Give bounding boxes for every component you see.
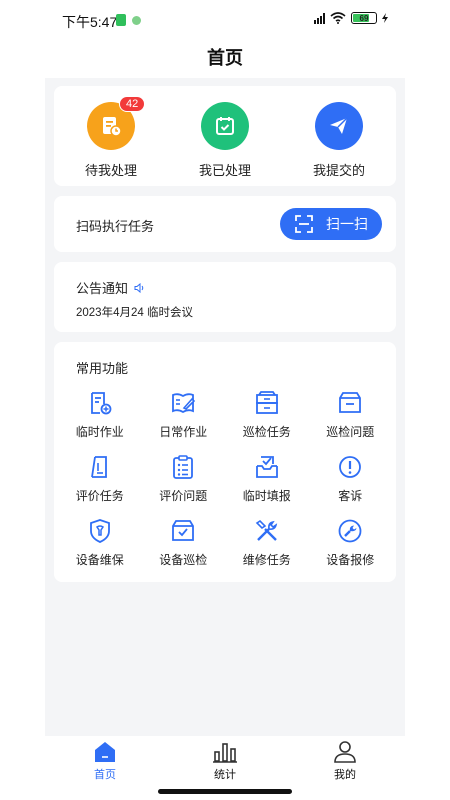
notification-app-icon	[116, 14, 126, 26]
temp-work-button[interactable]: 临时作业	[58, 390, 142, 440]
func-label: 日常作业	[159, 425, 208, 439]
common-functions-card: 常用功能 临时作业 日常作业 巡检任务 巡检问题 评价任务 评价问题 临时填报 …	[54, 342, 396, 582]
bottom-nav: 首页 统计 我的	[45, 736, 405, 784]
notice-header: 公告通知	[76, 278, 146, 297]
submitted-tasks-button[interactable]: 我提交的	[289, 102, 389, 186]
submitted-tasks-label: 我提交的	[312, 163, 365, 178]
func-label: 评价问题	[159, 489, 208, 503]
charging-icon	[382, 13, 388, 23]
complaint-icon	[339, 456, 362, 478]
battery-level: 69	[359, 13, 369, 23]
signal-icon	[314, 12, 325, 24]
pending-tasks-button[interactable]: 42 待我处理	[61, 96, 161, 186]
temp-work-icon	[90, 392, 112, 415]
nav-profile[interactable]: 我的	[305, 736, 385, 784]
pending-tasks-label: 待我处理	[84, 163, 137, 178]
device-inspection-icon	[172, 520, 195, 541]
paper-plane-icon	[315, 102, 363, 150]
page-title: 首页	[207, 48, 243, 68]
pending-count-badge: 42	[119, 96, 146, 112]
daily-work-icon	[172, 393, 196, 414]
func-label: 客诉	[338, 489, 363, 503]
speaker-icon	[134, 282, 144, 293]
inspection-issue-button[interactable]: 巡检问题	[309, 390, 393, 440]
task-summary-card: 42 待我处理 我已处理 我提交的	[54, 86, 396, 186]
inspection-task-icon	[255, 391, 278, 414]
evaluate-task-icon	[90, 456, 107, 478]
wifi-icon	[330, 12, 346, 24]
notification-dot-icon	[132, 16, 141, 25]
evaluate-task-button[interactable]: 评价任务	[58, 454, 142, 504]
evaluate-issue-button[interactable]: 评价问题	[142, 454, 226, 504]
repair-task-icon	[255, 519, 277, 541]
func-label: 临时填报	[242, 489, 291, 503]
func-label: 设备巡检	[159, 553, 208, 567]
func-label: 维修任务	[242, 553, 291, 567]
processed-tasks-button[interactable]: 我已处理	[175, 102, 275, 186]
evaluate-issue-icon	[173, 455, 194, 479]
profile-icon	[334, 741, 356, 763]
battery-icon: 69	[351, 12, 377, 24]
scan-button[interactable]: 扫一扫	[280, 208, 382, 240]
status-bar: 下午5:47 69	[0, 0, 450, 40]
status-time: 下午5:47	[62, 14, 118, 30]
scan-button-label: 扫一扫	[326, 216, 368, 232]
calendar-check-icon	[201, 102, 249, 150]
notice-item[interactable]: 2023年4月24 临时会议	[76, 304, 193, 320]
repair-task-button[interactable]: 维修任务	[225, 518, 309, 568]
scan-icon	[295, 215, 313, 233]
functions-grid: 临时作业 日常作业 巡检任务 巡检问题 评价任务 评价问题 临时填报 客诉 设备…	[58, 390, 392, 568]
func-label: 巡检问题	[326, 425, 375, 439]
device-maintenance-button[interactable]: 设备维保	[58, 518, 142, 568]
home-icon	[95, 742, 115, 762]
stats-icon	[213, 743, 237, 763]
nav-stats-label: 统计	[214, 769, 236, 781]
inspection-issue-icon	[339, 392, 362, 413]
notice-card[interactable]: 公告通知 2023年4月24 临时会议	[54, 262, 396, 332]
func-label: 临时作业	[75, 425, 124, 439]
device-repair-report-button[interactable]: 设备报修	[309, 518, 393, 568]
nav-home-label: 首页	[94, 769, 116, 781]
scan-card: 扫码执行任务 扫一扫	[54, 196, 396, 252]
inspection-task-button[interactable]: 巡检任务	[225, 390, 309, 440]
func-label: 评价任务	[75, 489, 124, 503]
device-repair-report-icon	[338, 519, 362, 543]
scan-task-label: 扫码执行任务	[76, 219, 155, 234]
func-label: 巡检任务	[242, 425, 291, 439]
device-maintenance-icon	[89, 519, 110, 543]
status-icons: 69	[314, 12, 388, 24]
main-content[interactable]: 42 待我处理 我已处理 我提交的 扫码执行任务 扫一扫 公告通知 2023年4…	[45, 78, 405, 736]
func-label: 设备报修	[326, 553, 375, 567]
device-inspection-button[interactable]: 设备巡检	[142, 518, 226, 568]
func-label: 设备维保	[75, 553, 124, 567]
nav-home[interactable]: 首页	[65, 736, 145, 784]
complaint-button[interactable]: 客诉	[309, 454, 393, 504]
functions-title: 常用功能	[76, 361, 129, 376]
nav-stats[interactable]: 统计	[185, 736, 265, 784]
home-indicator[interactable]	[158, 789, 292, 794]
temp-report-button[interactable]: 临时填报	[225, 454, 309, 504]
processed-tasks-label: 我已处理	[198, 163, 251, 178]
temp-report-icon	[255, 456, 278, 478]
notice-title: 公告通知	[76, 281, 129, 296]
daily-work-button[interactable]: 日常作业	[142, 390, 226, 440]
nav-profile-label: 我的	[334, 769, 356, 781]
